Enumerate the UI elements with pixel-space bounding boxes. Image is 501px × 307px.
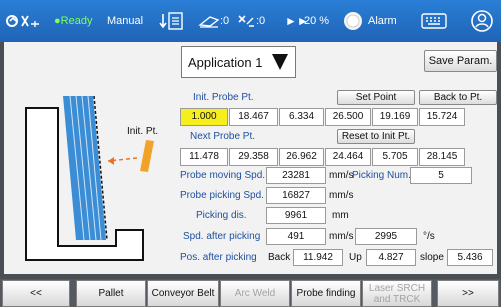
top-status-bar: ●Ready Manual :0 :0 ►► 20 % Alarm — [0, 0, 501, 42]
slope-field[interactable]: 5.436 — [447, 249, 493, 266]
application-select-value: Application 1 — [188, 55, 263, 70]
weld-torch-icon[interactable] — [198, 13, 220, 29]
nav-prev-button[interactable]: << — [2, 280, 70, 307]
picking-num-field[interactable]: 5 — [410, 167, 472, 184]
init-value-field[interactable]: 26.500 — [325, 108, 371, 126]
probe-picking-speed-field[interactable]: 16827 — [266, 187, 326, 204]
status-dot-icon: ● — [54, 15, 61, 27]
alarm-label[interactable]: Alarm — [368, 14, 397, 28]
slope-label: slope — [420, 252, 444, 263]
probe-moving-speed-field[interactable]: 23281 — [266, 167, 326, 184]
status-indicator: ●Ready — [54, 14, 92, 28]
next-value-field[interactable]: 11.478 — [180, 148, 228, 166]
next-value-field[interactable]: 26.962 — [279, 148, 324, 166]
welding-tool-icon[interactable] — [236, 12, 256, 30]
next-value-field[interactable]: 5.705 — [372, 148, 418, 166]
tool-counter: :0 — [256, 15, 266, 27]
spd-after-picking-angular-field[interactable]: 2995 — [355, 228, 417, 245]
init-value-field[interactable]: 15.724 — [419, 108, 465, 126]
laser-srch-line2: and TRCK — [373, 293, 421, 305]
pos-after-picking-label: Pos. after picking — [180, 252, 257, 263]
next-value-field[interactable]: 24.464 — [325, 148, 371, 166]
init-value-field[interactable]: 19.169 — [372, 108, 418, 126]
application-select[interactable]: Application 1 — [181, 46, 296, 78]
picking-dis-unit: mm — [332, 210, 349, 221]
next-value-field[interactable]: 28.145 — [419, 148, 465, 166]
back-to-pt-button[interactable]: Back to Pt. — [419, 90, 497, 105]
probe-picking-speed-unit: mm/s — [329, 190, 354, 201]
spd-after-picking-label: Spd. after picking — [183, 231, 261, 242]
next-probe-label: Next Probe Pt. — [190, 131, 256, 142]
back-label: Back — [268, 252, 291, 263]
probe-moving-speed-unit: mm/s — [329, 170, 354, 181]
init-value-field[interactable]: 18.467 — [229, 108, 278, 126]
init-value-field[interactable]: 6.334 — [279, 108, 324, 126]
probe-picking-speed-label: Probe picking Spd. — [180, 190, 264, 201]
program-list-icon[interactable] — [158, 11, 184, 31]
user-account-icon[interactable] — [470, 9, 494, 33]
next-value-field[interactable]: 29.358 — [229, 148, 278, 166]
init-pt-label: Init. Pt. — [127, 126, 159, 137]
picking-dis-field[interactable]: 9961 — [266, 207, 326, 224]
keyboard-icon[interactable] — [421, 12, 447, 30]
spd-after-picking-field[interactable]: 491 — [266, 228, 326, 245]
nav-conveyor-belt-button[interactable]: Conveyor Belt — [147, 280, 219, 307]
up-label: Up — [349, 252, 362, 263]
nav-arc-weld-button[interactable]: Arc Weld — [220, 280, 290, 307]
mode-text[interactable]: Manual — [107, 14, 143, 28]
speed-percent[interactable]: 20 % — [304, 14, 329, 28]
nav-laser-srch-button[interactable]: Laser SRCH and TRCK — [362, 280, 432, 307]
save-param-button[interactable]: Save Param. — [424, 50, 497, 72]
reset-to-init-button[interactable]: Reset to Init Pt. — [337, 129, 415, 144]
alarm-indicator-icon[interactable] — [343, 11, 363, 31]
nav-pallet-button[interactable]: Pallet — [76, 280, 146, 307]
set-point-button[interactable]: Set Point — [337, 90, 415, 105]
nav-next-button[interactable]: >> — [437, 280, 499, 307]
spd-after-picking-unit: mm/s — [329, 231, 354, 242]
init-probe-label: Init. Probe Pt. — [193, 92, 254, 103]
dropdown-arrow-icon[interactable] — [269, 51, 291, 73]
workpiece-diagram — [25, 95, 154, 261]
up-position-field[interactable]: 4.827 — [366, 249, 416, 266]
laser-srch-line1: Laser SRCH — [368, 282, 426, 294]
init-value-field[interactable]: 1.000 — [180, 108, 228, 126]
probe-diagram — [8, 88, 178, 268]
status-text: Ready — [60, 15, 93, 27]
spd-after-picking-angular-unit: °/s — [423, 231, 435, 242]
robot-logo-icon[interactable] — [4, 12, 40, 30]
nav-probe-finding-button[interactable]: Probe finding — [291, 280, 361, 307]
weld-counter: :0 — [220, 15, 230, 27]
picking-dis-label: Picking dis. — [196, 210, 247, 221]
back-position-field[interactable]: 11.942 — [293, 249, 343, 266]
picking-num-label: Picking Num. — [352, 170, 411, 181]
probe-moving-speed-label: Probe moving Spd. — [180, 170, 266, 181]
